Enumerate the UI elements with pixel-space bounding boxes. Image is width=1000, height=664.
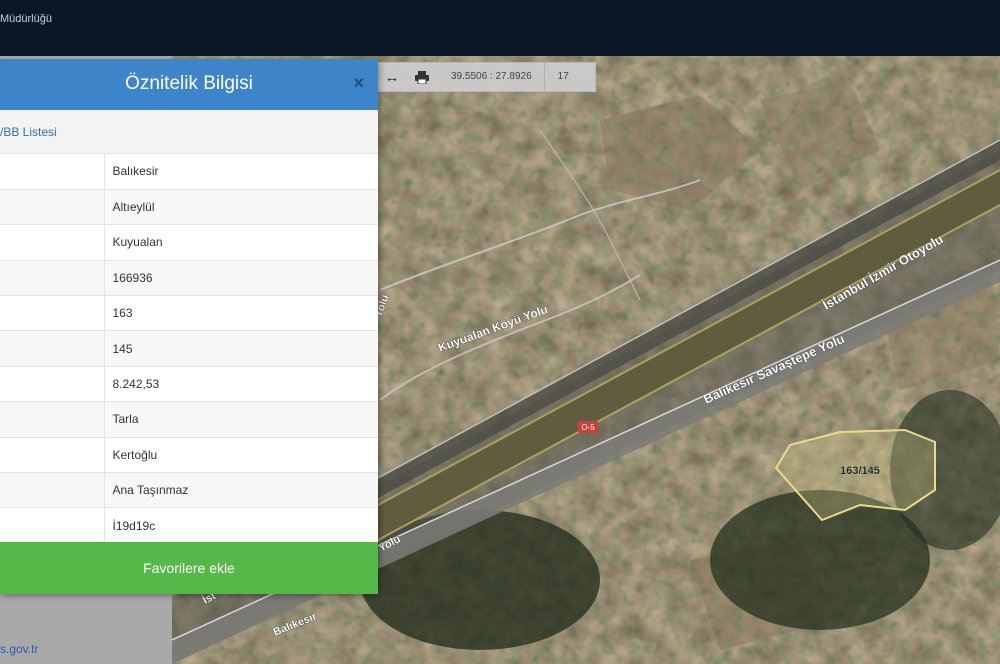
attribute-key-cell: [0, 366, 105, 403]
zoom-level: 17: [557, 71, 569, 82]
footer-link[interactable]: s.gov.tr: [0, 642, 38, 656]
table-row: Altıeylül: [0, 189, 378, 226]
attribute-value-cell: 166936: [104, 260, 378, 297]
attribute-value-cell: Ana Taşınmaz: [104, 472, 378, 509]
attribute-table: Balıkesir Altıeylül Kuyualan 166936 163 …: [0, 154, 378, 544]
road-shield-o5-label: O-5: [581, 423, 595, 432]
attribute-key-cell: [0, 401, 105, 438]
table-row: Balıkesir: [0, 154, 378, 190]
header-title: Müdürlüğü: [0, 13, 52, 25]
page: Müdürlüğü s.gov.tr İstanbul İzmir Otoyol…: [0, 0, 1000, 664]
table-row: 166936: [0, 260, 378, 297]
coordinate-readout: 39.5506 : 27.8926: [437, 62, 545, 92]
table-row: 8.242,53: [0, 366, 378, 403]
table-row: Ana Taşınmaz: [0, 472, 378, 509]
table-row: Kertoğlu: [0, 437, 378, 474]
attribute-info-popup: Öznitelik Bilgisi × /BB Listesi Balıkesi…: [0, 59, 378, 594]
top-header: Müdürlüğü: [0, 0, 1000, 56]
attribute-key-cell: [0, 437, 105, 474]
attribute-key-cell: [0, 507, 105, 544]
attribute-value-cell: 163: [104, 295, 378, 332]
attribute-value-cell: Kertoğlu: [104, 437, 378, 474]
table-row: 163: [0, 295, 378, 332]
attribute-value-cell: 8.242,53: [104, 366, 378, 403]
attribute-key-cell: [0, 260, 105, 297]
bb-list-link[interactable]: /BB Listesi: [0, 110, 57, 139]
print-button[interactable]: [407, 62, 437, 92]
map-toolbar: ↔ 39.5506 : 27.8926 17: [376, 62, 596, 92]
popup-header: Öznitelik Bilgisi ×: [0, 59, 378, 110]
attribute-key-cell: [0, 472, 105, 509]
attribute-key-cell: [0, 189, 105, 226]
attribute-value-cell: Kuyualan: [104, 224, 378, 261]
attribute-key-cell: [0, 224, 105, 261]
printer-icon: [415, 70, 429, 84]
attribute-key-cell: [0, 330, 105, 367]
attribute-value-cell: 145: [104, 330, 378, 367]
table-row: İ19d19c: [0, 507, 378, 544]
close-icon[interactable]: ×: [353, 74, 364, 92]
table-row: Tarla: [0, 401, 378, 438]
list-link-row: /BB Listesi: [0, 110, 378, 154]
attribute-value-cell: Balıkesir: [104, 154, 378, 190]
attribute-key-cell: [0, 154, 105, 190]
table-row: Kuyualan: [0, 224, 378, 261]
popup-title: Öznitelik Bilgisi: [125, 73, 253, 94]
attribute-value-cell: Tarla: [104, 401, 378, 438]
attribute-key-cell: [0, 295, 105, 332]
table-row: 145: [0, 330, 378, 367]
add-favorites-button[interactable]: Favorilere ekle: [0, 542, 378, 594]
parcel-label: 163/145: [840, 465, 880, 477]
measure-distance-button[interactable]: ↔: [377, 62, 407, 92]
attribute-value-cell: İ19d19c: [104, 507, 378, 544]
horizontal-arrows-icon: ↔: [384, 68, 400, 86]
attribute-value-cell: Altıeylül: [104, 189, 378, 226]
